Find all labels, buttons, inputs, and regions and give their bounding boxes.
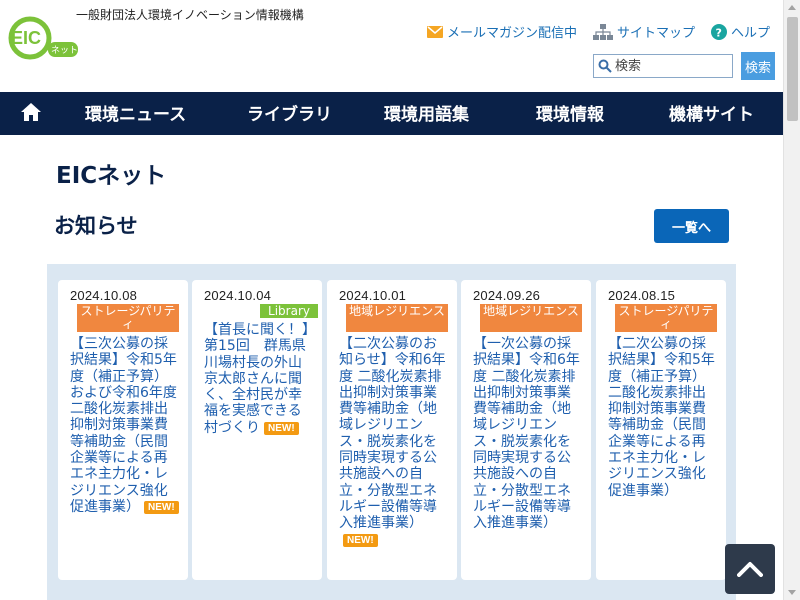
news-date: 2024.09.26	[473, 288, 541, 303]
category-tag[interactable]: ストレージパリティ	[615, 304, 717, 332]
sitemap-icon	[592, 23, 613, 40]
news-link[interactable]: 【二次公募の採択結果】令和5年度（補正予算）二酸化炭素排出抑制対策事業費等補助金…	[608, 336, 717, 499]
nav-item-library[interactable]: ライブラリ	[247, 100, 332, 125]
site-title: EICネット	[56, 163, 167, 189]
search-box	[593, 54, 733, 78]
category-tag[interactable]: 地域レジリエンス	[480, 304, 582, 332]
sitemap-label: サイトマップ	[616, 26, 695, 41]
scrollbar-thumb[interactable]	[787, 17, 798, 121]
news-text: 【三次公募の採択結果】令和5年度（補正予算）および令和6年度二酸化炭素排出抑制対…	[70, 336, 177, 515]
help-label: ヘルプ	[730, 26, 770, 41]
search-button[interactable]: 検索	[741, 52, 775, 80]
news-link[interactable]: 【首長に聞く！】第15回 群馬県川場村長の外山京太郎さんに聞く、全村民が幸福を実…	[204, 322, 313, 436]
news-card[interactable]: 2024.10.08 ストレージパリティ 【三次公募の採択結果】令和5年度（補正…	[58, 280, 188, 580]
search-input[interactable]	[612, 56, 722, 76]
global-nav: 環境ニュース ライブラリ 環境用語集 環境情報 機構サイト	[0, 92, 783, 135]
news-text: 【一次公募の採択結果】令和6年度 二酸化炭素排出抑制対策事業費等補助金（地域レジ…	[473, 336, 580, 532]
new-badge: NEW!	[264, 421, 299, 435]
section-title: お知らせ	[54, 214, 138, 238]
nav-item-glossary[interactable]: 環境用語集	[384, 100, 469, 125]
scroll-up-arrow-icon[interactable]	[788, 5, 796, 10]
news-date: 2024.10.04	[204, 288, 272, 303]
vertical-scrollbar[interactable]	[783, 0, 800, 600]
mail-icon	[426, 25, 443, 38]
scroll-down-arrow-icon[interactable]	[788, 590, 796, 595]
sitemap-link[interactable]: サイトマップ	[592, 22, 695, 41]
news-card[interactable]: 2024.08.15 ストレージパリティ 【二次公募の採択結果】令和5年度（補正…	[596, 280, 726, 580]
utility-links: メールマガジン配信中 サイトマップ ? ヘルプ	[426, 22, 770, 41]
search-icon	[598, 59, 612, 73]
new-badge: NEW!	[144, 500, 179, 514]
help-link[interactable]: ? ヘルプ	[710, 22, 770, 41]
news-date: 2024.10.01	[339, 288, 407, 303]
category-tag[interactable]: Library	[260, 304, 318, 318]
mail-magazine-link[interactable]: メールマガジン配信中	[426, 22, 577, 41]
news-panel: 2024.10.08 ストレージパリティ 【三次公募の採択結果】令和5年度（補正…	[47, 264, 736, 600]
page: EIC ネット 一般財団法人環境イノベーション情報機構 メールマガジン配信中 サ…	[0, 0, 800, 600]
news-link[interactable]: 【一次公募の採択結果】令和6年度 二酸化炭素排出抑制対策事業費等補助金（地域レジ…	[473, 336, 582, 532]
org-name: 一般財団法人環境イノベーション情報機構	[76, 8, 304, 22]
news-card[interactable]: 2024.09.26 地域レジリエンス 【一次公募の採択結果】令和6年度 二酸化…	[461, 280, 591, 580]
mail-magazine-label: メールマガジン配信中	[446, 26, 577, 41]
svg-text:?: ?	[715, 26, 721, 39]
news-text: 【二次公募の採択結果】令和5年度（補正予算）二酸化炭素排出抑制対策事業費等補助金…	[608, 336, 715, 499]
help-icon: ?	[710, 23, 727, 40]
chevron-up-icon	[737, 562, 763, 577]
home-link[interactable]	[20, 102, 42, 122]
nav-item-environment-info[interactable]: 環境情報	[536, 100, 604, 125]
category-tag[interactable]: 地域レジリエンス	[346, 304, 448, 332]
back-to-top-button[interactable]	[725, 544, 775, 594]
home-icon	[21, 103, 41, 121]
category-tag[interactable]: ストレージパリティ	[77, 304, 179, 332]
news-link[interactable]: 【二次公募のお知らせ】令和6年度 二酸化炭素排出抑制対策事業費等補助金（地域レジ…	[339, 336, 448, 548]
news-date: 2024.10.08	[70, 288, 138, 303]
logo-sub-text: ネット	[51, 45, 78, 56]
news-card[interactable]: 2024.10.01 地域レジリエンス 【二次公募のお知らせ】令和6年度 二酸化…	[327, 280, 457, 580]
nav-item-environment-news[interactable]: 環境ニュース	[85, 100, 186, 125]
eic-logo[interactable]: EIC ネット	[8, 12, 78, 64]
news-text: 【首長に聞く！】第15回 群馬県川場村長の外山京太郎さんに聞く、全村民が幸福を実…	[204, 322, 309, 436]
news-link[interactable]: 【三次公募の採択結果】令和5年度（補正予算）および令和6年度二酸化炭素排出抑制対…	[70, 336, 179, 515]
news-text: 【二次公募のお知らせ】令和6年度 二酸化炭素排出抑制対策事業費等補助金（地域レジ…	[339, 336, 446, 532]
nav-item-organization-site[interactable]: 機構サイト	[669, 100, 754, 125]
news-date: 2024.08.15	[608, 288, 676, 303]
news-card[interactable]: 2024.10.04 Library 【首長に聞く！】第15回 群馬県川場村長の…	[192, 280, 322, 580]
logo-text: EIC	[11, 28, 41, 48]
view-list-button[interactable]: 一覧へ	[654, 209, 729, 243]
new-badge: NEW!	[343, 533, 378, 547]
